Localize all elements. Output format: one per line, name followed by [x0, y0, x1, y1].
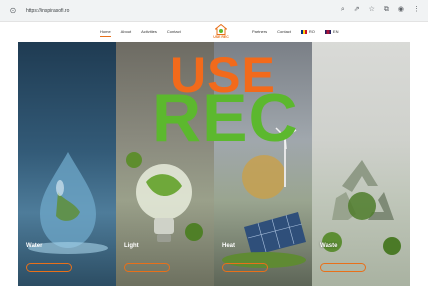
star-icon[interactable]: ☆: [369, 5, 375, 15]
water-read-more-button[interactable]: [26, 263, 72, 272]
uk-flag-icon: [324, 29, 331, 34]
panel-label-light: Light: [124, 243, 139, 249]
lang-ro[interactable]: RO: [300, 29, 315, 35]
logo-text: USE REC: [213, 35, 229, 39]
menu-icon[interactable]: ⋮: [413, 5, 420, 15]
url-text[interactable]: https://inspirasofi.ro: [26, 8, 69, 14]
nav-about[interactable]: About: [121, 29, 131, 35]
nav-activities[interactable]: Activities: [141, 29, 157, 35]
address-bar[interactable]: ⊙ https://inspirasofi.ro: [8, 5, 328, 17]
panel-water[interactable]: Water: [18, 42, 116, 286]
hero-section: Water Light Heat Waste: [18, 42, 410, 286]
panel-light[interactable]: Light: [116, 42, 214, 286]
logo-house-icon: [215, 24, 227, 35]
nav-home[interactable]: Home: [100, 29, 111, 37]
search-icon[interactable]: ⌕: [341, 5, 345, 15]
ro-flag-icon: [300, 29, 307, 34]
profile-icon[interactable]: ◉: [398, 5, 404, 15]
site-logo[interactable]: USE REC: [210, 24, 232, 42]
page-info-icon[interactable]: ⊙: [8, 6, 18, 16]
panel-heat[interactable]: Heat: [214, 42, 312, 286]
browser-chrome: ⊙ https://inspirasofi.ro ⌕ ⇗ ☆ ⧉ ◉ ⋮: [0, 0, 428, 22]
lang-en[interactable]: EN: [324, 29, 339, 35]
panel-waste[interactable]: Waste: [312, 42, 410, 286]
main-nav: Home About Activities Contact: [100, 29, 181, 37]
lang-ro-label: RO: [308, 29, 315, 34]
light-read-more-button[interactable]: [124, 263, 170, 272]
waste-read-more-button[interactable]: [320, 263, 366, 272]
nav-partners[interactable]: Partners: [252, 29, 267, 35]
nav-contact[interactable]: Contact: [167, 29, 181, 35]
share-icon[interactable]: ⇗: [354, 5, 360, 15]
panel-label-waste: Waste: [320, 243, 338, 249]
site-header: Home About Activities Contact USE REC Pa…: [0, 22, 428, 42]
secondary-nav: Partners Contact RO EN: [252, 29, 338, 35]
panel-label-heat: Heat: [222, 243, 236, 249]
browser-toolbar: ⌕ ⇗ ☆ ⧉ ◉ ⋮: [341, 5, 420, 15]
nav-contact-2[interactable]: Contact: [277, 29, 291, 35]
lang-en-label: EN: [332, 29, 339, 34]
panel-label-water: Water: [26, 243, 43, 249]
extension-icon[interactable]: ⧉: [384, 5, 389, 15]
heat-read-more-button[interactable]: [222, 263, 268, 272]
